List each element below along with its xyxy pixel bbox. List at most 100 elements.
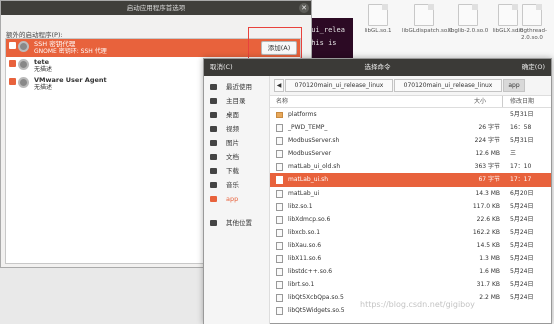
- column-size[interactable]: 大小: [474, 96, 486, 108]
- column-modified[interactable]: 修改日期: [510, 96, 534, 108]
- file-modified: 5月24日: [510, 228, 534, 236]
- file-name: libz.so.1: [288, 202, 313, 210]
- file-modified: 三: [510, 150, 517, 158]
- back-arrow-icon[interactable]: ◀: [274, 79, 284, 92]
- file-row[interactable]: ModbusServer 12.6 MB 三: [270, 147, 551, 160]
- file-row[interactable]: libxcb.so.1 162.2 KB 5月24日: [270, 226, 551, 239]
- path-bar: ◀ 070120main_ui_release_linux 070120main…: [270, 76, 551, 96]
- place-desktop[interactable]: 桌面: [204, 108, 269, 122]
- file-name: libQt5XcbQpa.so.5: [288, 294, 344, 302]
- place-label: 桌面: [226, 111, 239, 119]
- file-modified: 5月24日: [510, 281, 534, 289]
- place-home[interactable]: 主目录: [204, 94, 269, 108]
- file-row[interactable]: platforms 5月31日: [270, 108, 551, 121]
- cancel-button[interactable]: 取消(C): [210, 59, 233, 76]
- gear-icon: [18, 77, 29, 88]
- file-row[interactable]: matLab_ui.sh 67 字节 17：17: [270, 173, 551, 187]
- file-icon: [368, 4, 388, 26]
- path-crumb[interactable]: 070120main_ui_release_linux: [394, 79, 502, 92]
- file-row[interactable]: libXau.so.6 14.5 KB 5月24日: [270, 239, 551, 252]
- document-icon: [210, 154, 217, 160]
- desktop-file[interactable]: libglib-2.0.so.0: [446, 4, 490, 35]
- place-label: 其他位置: [226, 219, 252, 227]
- file-row[interactable]: matLab_ui 14.3 MB 6月20日: [270, 187, 551, 200]
- desktop-file[interactable]: libgthread-2.0.so.0: [510, 4, 554, 42]
- place-videos[interactable]: 视频: [204, 122, 269, 136]
- file-icon: [276, 124, 283, 133]
- place-documents[interactable]: 文档: [204, 150, 269, 164]
- path-crumb[interactable]: app: [503, 79, 525, 92]
- place-other[interactable]: 其他位置: [204, 216, 269, 230]
- path-crumb[interactable]: 070120main_ui_release_linux: [285, 79, 393, 92]
- file-row[interactable]: libz.so.1 117.0 KB 5月24日: [270, 200, 551, 213]
- file-icon: [522, 4, 542, 26]
- file-icon: [276, 228, 283, 237]
- file-name: matLab_ui_old.sh: [288, 163, 341, 171]
- place-label: 下载: [226, 167, 239, 175]
- place-app[interactable]: app: [204, 192, 269, 206]
- file-modified: 5月24日: [510, 202, 534, 210]
- file-size: 1.3 MB: [479, 255, 500, 263]
- file-name: libXdmcp.so.6: [288, 215, 331, 223]
- desktop-file[interactable]: libGL.so.1: [356, 4, 400, 35]
- checkbox[interactable]: [9, 42, 16, 49]
- file-row[interactable]: librt.so.1 31.7 KB 5月24日: [270, 278, 551, 291]
- file-size: 26 字节: [478, 124, 500, 132]
- file-name: matLab_ui: [288, 189, 320, 197]
- file-icon: [276, 307, 283, 316]
- place-label: app: [226, 195, 239, 203]
- watermark: https://blog.csdn.net/gigiboy: [360, 300, 475, 309]
- desktop-file[interactable]: libGLdispatch.so.0: [402, 4, 453, 35]
- column-name[interactable]: 名称: [276, 96, 288, 108]
- file-modified: 5月24日: [510, 215, 534, 223]
- place-recent[interactable]: 最近使用: [204, 80, 269, 94]
- highlight-box: [248, 27, 302, 59]
- file-row[interactable]: ModbusServer.sh 224 字节 5月31日: [270, 134, 551, 147]
- file-size: 22.6 KB: [476, 215, 500, 223]
- file-size: 117.0 KB: [472, 202, 500, 210]
- file-icon: [276, 241, 283, 250]
- video-icon: [210, 126, 217, 132]
- plus-icon: [210, 220, 217, 226]
- file-modified: 17：17: [510, 176, 532, 184]
- file-icon: [458, 4, 478, 26]
- file-name: librt.so.1: [288, 281, 315, 289]
- startup-title: 启动应用程序首选项: [126, 4, 186, 12]
- file-name: libXau.so.6: [288, 241, 322, 249]
- file-name: platforms: [288, 111, 317, 118]
- file-row[interactable]: matLab_ui_old.sh 363 字节 17：10: [270, 160, 551, 173]
- file-chooser-dialog: 选择命令 取消(C) 确定(O) 最近使用 主目录 桌面 视频 图片 文档 下载…: [203, 58, 552, 324]
- file-icon: [276, 281, 283, 290]
- desktop-file-label: libglib-2.0.so.0: [447, 28, 489, 34]
- ok-button[interactable]: 确定(O): [522, 59, 545, 76]
- file-icon: [414, 4, 434, 26]
- file-modified: 5月24日: [510, 255, 534, 263]
- place-downloads[interactable]: 下载: [204, 164, 269, 178]
- file-row[interactable]: _PWD_TEMP_ 26 字节 16：58: [270, 121, 551, 134]
- place-label: 图片: [226, 139, 239, 147]
- file-name: libstdc++.so.6: [288, 268, 333, 276]
- desktop-file-label: libGL.so.1: [364, 28, 392, 34]
- file-size: 162.2 KB: [472, 228, 500, 236]
- place-pictures[interactable]: 图片: [204, 136, 269, 150]
- file-size: 31.7 KB: [476, 281, 500, 289]
- file-list: platforms 5月31日 _PWD_TEMP_ 26 字节 16：58 Modbus…: [270, 108, 551, 324]
- desktop-file-label: libGLdispatch.so.0: [402, 28, 453, 34]
- file-row[interactable]: libstdc++.so.6 1.6 MB 5月24日: [270, 265, 551, 278]
- place-label: 主目录: [226, 97, 246, 105]
- file-modified: 5月24日: [510, 241, 534, 249]
- file-name: matLab_ui.sh: [288, 176, 329, 184]
- file-row[interactable]: libX11.so.6 1.3 MB 5月24日: [270, 252, 551, 265]
- place-music[interactable]: 音乐: [204, 178, 269, 192]
- file-icon: [276, 163, 283, 172]
- file-modified: 5月24日: [510, 294, 534, 302]
- desktop-icon: [210, 112, 217, 118]
- close-icon[interactable]: ✕: [299, 3, 309, 13]
- checkbox[interactable]: [9, 60, 16, 67]
- gear-icon: [18, 41, 29, 52]
- places-sidebar: 最近使用 主目录 桌面 视频 图片 文档 下载 音乐 app 其他位置: [204, 76, 270, 324]
- terminal-line: This is: [307, 39, 337, 47]
- file-size: 1.6 MB: [479, 268, 500, 276]
- checkbox[interactable]: [9, 78, 16, 85]
- file-row[interactable]: libXdmcp.so.6 22.6 KB 5月24日: [270, 213, 551, 226]
